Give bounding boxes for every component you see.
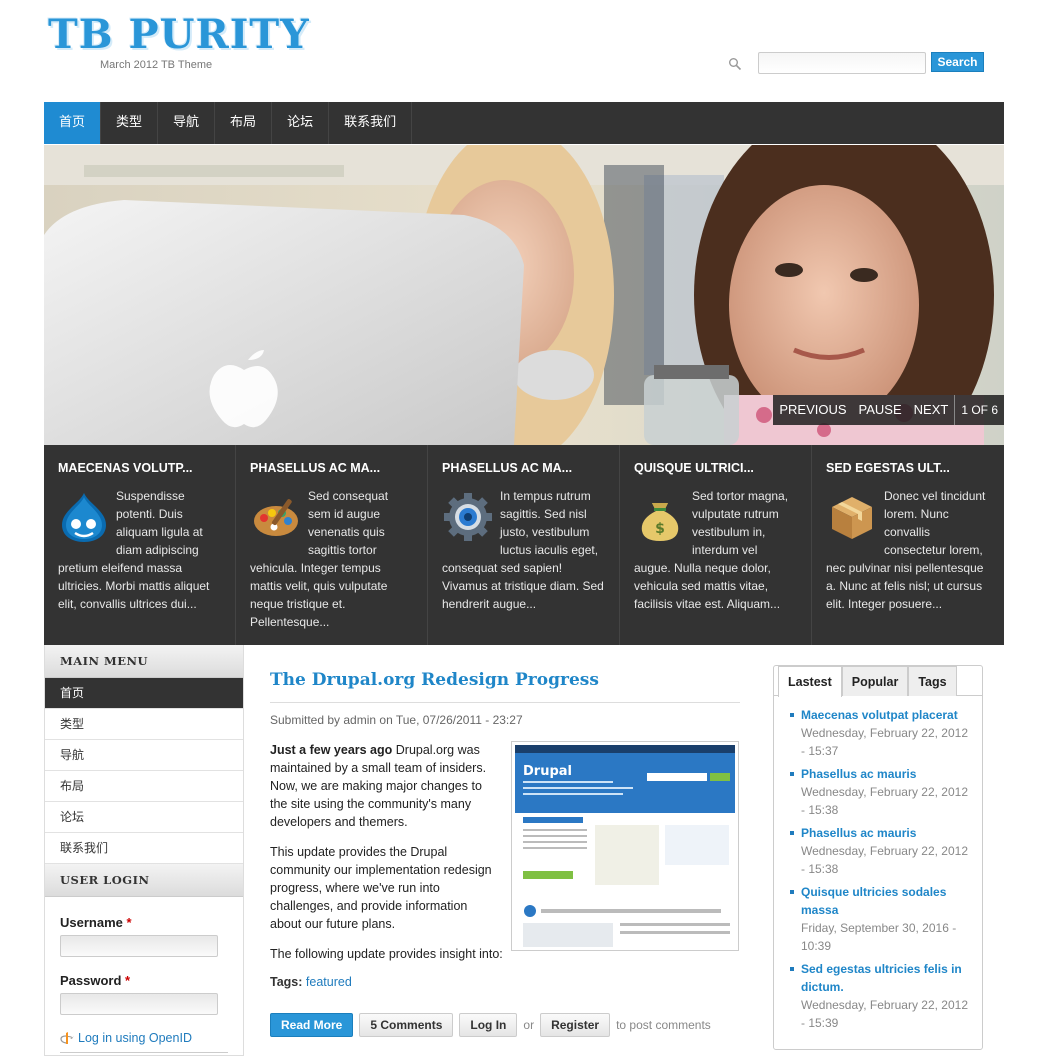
latest-list: Maecenas volutpat placerat Wednesday, Feb… xyxy=(774,696,982,1032)
right-sidebar-tabs: Lastest Popular Tags Maecenas volutpat p… xyxy=(773,665,983,1050)
nav-item-forum[interactable]: 论坛 xyxy=(272,102,330,144)
slideshow-controls: PREVIOUS PAUSE NEXT 1 OF 6 xyxy=(773,395,1004,425)
or-text: or xyxy=(523,1018,535,1032)
feature-title[interactable]: QUISQUE ULTRICI... xyxy=(634,461,797,475)
slide-next-button[interactable]: NEXT xyxy=(908,395,955,425)
login-button[interactable]: Log In xyxy=(459,1013,518,1037)
bullet-icon xyxy=(790,831,794,835)
divider xyxy=(60,1052,228,1053)
list-item-title[interactable]: Phasellus ac mauris xyxy=(801,765,968,783)
bullet-icon xyxy=(790,890,794,894)
feature-title[interactable]: MAECENAS VOLUTP... xyxy=(58,461,221,475)
login-form: Username * Password * Log in using OpenI… xyxy=(45,897,243,1053)
list-item-title[interactable]: Phasellus ac mauris xyxy=(801,824,968,842)
openid-icon xyxy=(60,1032,74,1044)
search-button[interactable]: Search xyxy=(931,52,984,72)
article-body: Just a few years ago Drupal.org was main… xyxy=(270,741,740,963)
list-item: Maecenas volutpat placerat Wednesday, Feb… xyxy=(790,706,968,760)
main-menu-title: MAIN MENU xyxy=(45,645,243,678)
comments-button[interactable]: 5 Comments xyxy=(359,1013,454,1037)
slideshow[interactable]: PREVIOUS PAUSE NEXT 1 OF 6 xyxy=(44,145,1004,445)
list-item-date: Wednesday, February 22, 2012 - 15:39 xyxy=(801,998,968,1030)
article-title[interactable]: The Drupal.org Redesign Progress xyxy=(270,670,740,690)
tab-latest[interactable]: Lastest xyxy=(778,666,842,697)
feature-item: QUISQUE ULTRICI... $ Sed tortor magna, v… xyxy=(620,445,812,645)
username-field[interactable] xyxy=(60,935,218,957)
feature-item: SED EGESTAS ULT... Donec vel tincidunt l… xyxy=(812,445,1004,645)
feature-item: PHASELLUS AC MA... In tempus rutrum sagi… xyxy=(428,445,620,645)
article-paragraph: This update provides the Drupal communit… xyxy=(270,845,492,931)
feature-item: MAECENAS VOLUTP... Suspendisse potenti. … xyxy=(44,445,236,645)
user-login-title: USER LOGIN xyxy=(45,864,243,897)
search-icon xyxy=(729,58,742,71)
article-paragraph: The following update provides insight in… xyxy=(270,947,503,961)
feature-title[interactable]: PHASELLUS AC MA... xyxy=(250,461,413,475)
article-tags: Tags: featured xyxy=(270,975,352,989)
package-box-icon xyxy=(832,497,872,539)
password-field[interactable] xyxy=(60,993,218,1015)
list-item-date: Wednesday, February 22, 2012 - 15:37 xyxy=(801,726,968,758)
slide-previous-button[interactable]: PREVIOUS xyxy=(773,395,852,425)
slide-pause-button[interactable]: PAUSE xyxy=(853,395,908,425)
paint-palette-icon xyxy=(254,499,298,536)
feature-title[interactable]: SED EGESTAS ULT... xyxy=(826,461,990,475)
list-item-title[interactable]: Maecenas volutpat placerat xyxy=(801,706,968,724)
main-content: The Drupal.org Redesign Progress Submitt… xyxy=(270,670,740,1037)
password-label: Password * xyxy=(60,973,131,988)
nav-item-contact[interactable]: 联系我们 xyxy=(329,102,413,144)
nav-item-types[interactable]: 类型 xyxy=(101,102,159,144)
bullet-icon xyxy=(790,967,794,971)
list-item-date: Wednesday, February 22, 2012 - 15:38 xyxy=(801,844,968,876)
list-item: Phasellus ac mauris Wednesday, February 2… xyxy=(790,765,968,819)
read-more-button[interactable]: Read More xyxy=(270,1013,354,1037)
main-navigation: 首页 类型 导航 布局 论坛 联系我们 xyxy=(44,102,1004,144)
gear-icon xyxy=(444,493,492,541)
drupal-drop-icon xyxy=(62,493,106,542)
register-button[interactable]: Register xyxy=(540,1013,611,1037)
article-paragraph: Just a few years ago Drupal.org was main… xyxy=(270,743,487,829)
money-bag-icon: $ xyxy=(641,503,679,541)
openid-link[interactable]: Log in using OpenID xyxy=(60,1031,228,1045)
nav-item-layout[interactable]: 布局 xyxy=(215,102,273,144)
list-item-title[interactable]: Sed egestas ultricies felis in dictum. xyxy=(801,960,968,996)
list-item: Quisque ultricies sodales massa Friday, S… xyxy=(790,883,968,955)
article-image: Drupal xyxy=(511,741,739,951)
tag-link-featured[interactable]: featured xyxy=(306,975,352,989)
tab-tags[interactable]: Tags xyxy=(908,666,957,696)
left-sidebar: MAIN MENU 首页 类型 导航 布局 论坛 联系我们 USER LOGIN… xyxy=(44,645,244,1056)
tab-popular[interactable]: Popular xyxy=(841,666,909,696)
sidebar-item-contact[interactable]: 联系我们 xyxy=(45,833,243,864)
sidebar-item-layout[interactable]: 布局 xyxy=(45,771,243,802)
features-row: MAECENAS VOLUTP... Suspendisse potenti. … xyxy=(44,445,1004,645)
sidebar-item-home[interactable]: 首页 xyxy=(45,678,243,709)
tab-bar: Lastest Popular Tags xyxy=(774,666,982,697)
svg-text:$: $ xyxy=(655,521,665,537)
svg-text:Drupal: Drupal xyxy=(523,764,572,779)
feature-item: PHASELLUS AC MA... Sed consequat sem id … xyxy=(236,445,428,645)
sidebar-item-types[interactable]: 类型 xyxy=(45,709,243,740)
slide-counter: 1 OF 6 xyxy=(954,395,1004,425)
article-links: Read More 5 Comments Log In or Register … xyxy=(270,1013,740,1037)
nav-item-navigation[interactable]: 导航 xyxy=(158,102,216,144)
list-item-date: Wednesday, February 22, 2012 - 15:38 xyxy=(801,785,968,817)
nav-item-home[interactable]: 首页 xyxy=(44,102,102,144)
sidebar-item-navigation[interactable]: 导航 xyxy=(45,740,243,771)
list-item-date: Friday, September 30, 2016 - 10:39 xyxy=(801,921,957,953)
list-item: Sed egestas ultricies felis in dictum. We… xyxy=(790,960,968,1032)
feature-title[interactable]: PHASELLUS AC MA... xyxy=(442,461,605,475)
article-submitted: Submitted by admin on Tue, 07/26/2011 - … xyxy=(270,702,740,727)
site-name[interactable]: TB PURITY xyxy=(48,12,310,58)
list-item: Phasellus ac mauris Wednesday, February 2… xyxy=(790,824,968,878)
site-slogan: March 2012 TB Theme xyxy=(100,59,213,71)
post-comments-text: to post comments xyxy=(616,1018,711,1032)
search-input[interactable] xyxy=(758,52,926,74)
site-logo[interactable]: TB PURITY March 2012 TB Theme xyxy=(48,12,310,72)
username-label: Username * xyxy=(60,915,132,930)
bullet-icon xyxy=(790,713,794,717)
sidebar-item-forum[interactable]: 论坛 xyxy=(45,802,243,833)
bullet-icon xyxy=(790,772,794,776)
list-item-title[interactable]: Quisque ultricies sodales massa xyxy=(801,883,968,919)
